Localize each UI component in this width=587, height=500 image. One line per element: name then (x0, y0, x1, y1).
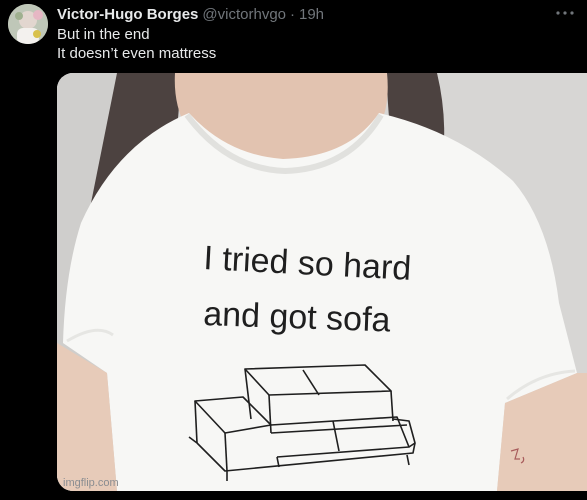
more-dots-icon[interactable] (555, 4, 575, 22)
tweet-text-line-1: But in the end (57, 26, 150, 43)
timestamp[interactable]: 19h (299, 6, 324, 23)
imgflip-watermark: imgflip.com (63, 477, 119, 489)
avatar-image (8, 4, 48, 44)
tweet-text: But in the end It doesn’t even mattress (57, 25, 567, 63)
tshirt-photo: I tried so hard and got sofa (57, 73, 587, 491)
tweet-image[interactable]: I tried so hard and got sofa imgflip.com (57, 73, 587, 491)
tweet-text-line-2: It doesn’t even mattress (57, 45, 217, 62)
author-name[interactable]: Victor-Hugo Borges (57, 6, 198, 23)
tweet-header: Victor-Hugo Borges @victorhvgo · 19h (57, 4, 567, 24)
separator-dot: · (290, 5, 295, 23)
avatar[interactable] (8, 4, 48, 44)
shirt-text-line-2: and got sofa (203, 295, 391, 340)
author-handle[interactable]: @victorhvgo (202, 6, 286, 23)
